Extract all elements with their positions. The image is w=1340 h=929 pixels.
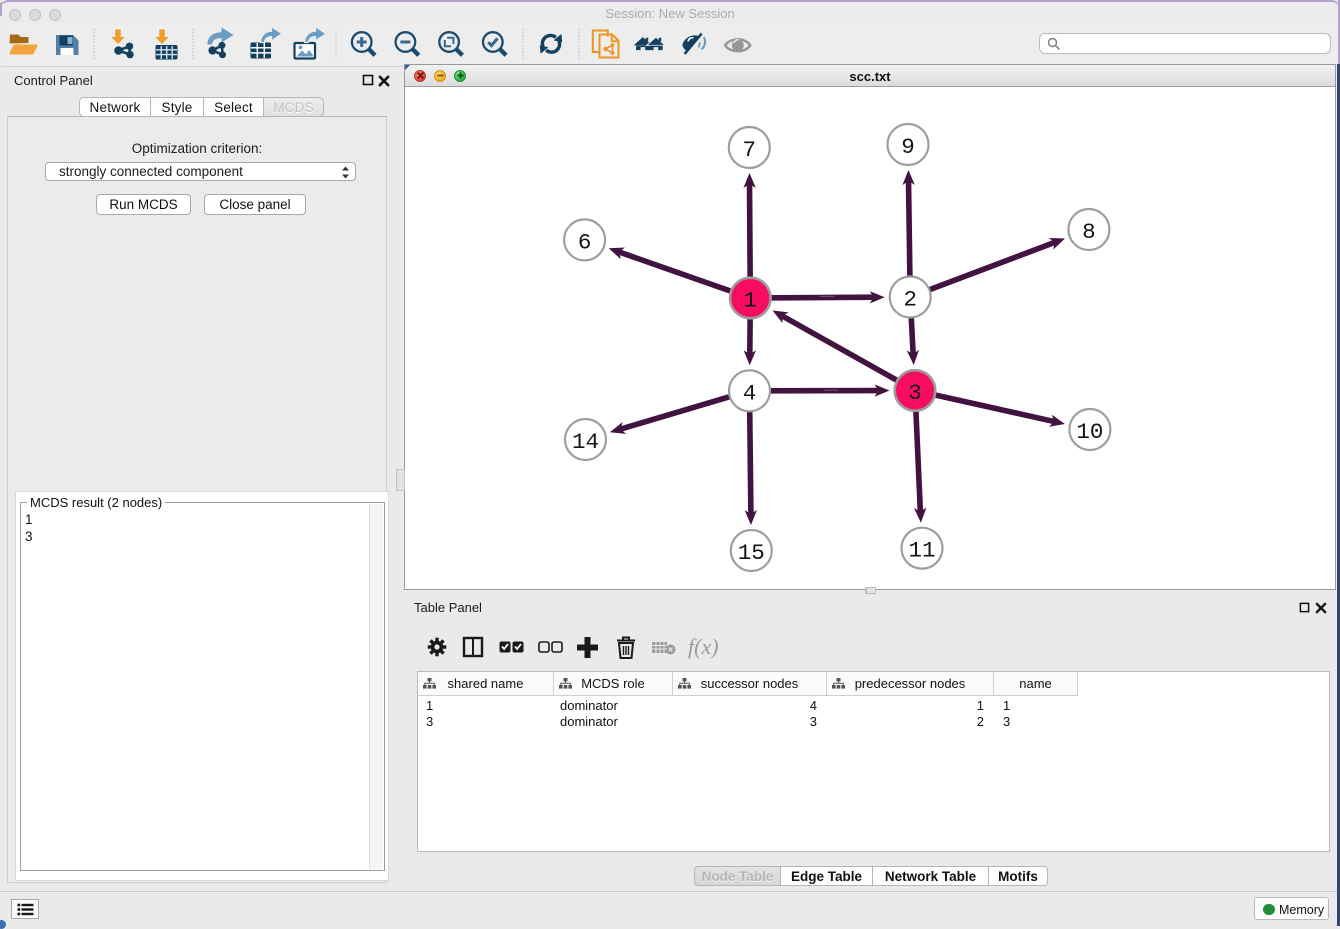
svg-text:2: 2: [903, 287, 917, 313]
svg-text:10: 10: [1076, 419, 1103, 445]
svg-text:14: 14: [572, 429, 599, 455]
svg-text:8: 8: [1082, 219, 1096, 245]
svg-text:3: 3: [908, 380, 922, 406]
svg-text:4: 4: [743, 380, 757, 406]
svg-text:15: 15: [738, 540, 765, 566]
svg-text:1: 1: [744, 288, 758, 314]
svg-text:6: 6: [578, 229, 592, 255]
svg-text:7: 7: [743, 137, 757, 163]
svg-text:9: 9: [901, 134, 915, 160]
svg-text:11: 11: [908, 538, 935, 564]
